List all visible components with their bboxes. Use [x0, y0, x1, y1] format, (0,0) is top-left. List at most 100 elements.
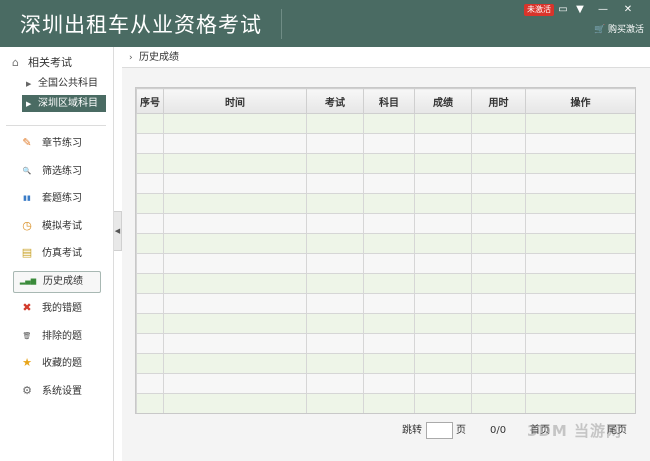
table-cell — [471, 273, 526, 294]
table-cell — [414, 353, 472, 374]
table-cell — [306, 213, 364, 234]
table-cell — [163, 133, 307, 154]
table-cell — [525, 113, 635, 134]
tree-header[interactable]: ⌂ 相关考试 — [12, 56, 72, 70]
table-cell — [414, 213, 472, 234]
table-row[interactable] — [136, 113, 635, 134]
tree-item-national[interactable]: ▶ 全国公共科目 — [22, 75, 106, 92]
table-cell — [136, 213, 164, 234]
sidebar-item-4[interactable]: ▤ 仿真考试 — [13, 243, 101, 265]
table-cell — [525, 173, 635, 194]
table-cell — [471, 393, 526, 413]
sidebar-item-1[interactable]: 🔍 筛选练习 — [13, 161, 101, 183]
table-row[interactable] — [136, 373, 635, 394]
table-cell — [136, 173, 164, 194]
table-cell — [363, 253, 415, 274]
column-header-score[interactable]: 成绩 — [414, 88, 472, 114]
table-cell — [306, 353, 364, 374]
table-row[interactable] — [136, 333, 635, 354]
table-cell — [525, 393, 635, 413]
clock-icon: ◷ — [22, 218, 32, 232]
bar-chart-icon: ▂▄▆ — [19, 276, 37, 285]
table-cell — [163, 373, 307, 394]
table-cell — [525, 253, 635, 274]
column-header-exam[interactable]: 考试 — [306, 88, 364, 114]
sidebar-item-label: 筛选练习 — [42, 165, 82, 177]
table-cell — [363, 233, 415, 254]
table-cell — [525, 133, 635, 154]
unactivated-badge[interactable]: 未激活 — [524, 4, 554, 16]
message-icon[interactable]: ▭ — [556, 3, 570, 17]
table-cell — [414, 333, 472, 354]
table-row[interactable] — [136, 253, 635, 274]
breadcrumb: › 历史成绩 — [122, 47, 650, 68]
column-header-index[interactable]: 序号 — [136, 88, 164, 114]
sidebar-item-2[interactable]: ▮▮ 套题练习 — [13, 188, 101, 210]
table-cell — [306, 113, 364, 134]
table-cell — [414, 313, 472, 334]
table-cell — [163, 233, 307, 254]
table-cell — [363, 333, 415, 354]
sidebar-item-8[interactable]: ★ 收藏的题 — [13, 353, 101, 375]
table-cell — [163, 313, 307, 334]
app-title: 深圳出租车从业资格考试 — [20, 13, 262, 37]
table-row[interactable] — [136, 313, 635, 334]
table-cell — [363, 353, 415, 374]
sidebar-item-6[interactable]: ✖ 我的错题 — [13, 298, 101, 320]
table-cell — [525, 213, 635, 234]
sidebar-item-5[interactable]: ▂▄▆ 历史成绩 — [13, 270, 101, 293]
sidebar-item-7[interactable]: 🗑 排除的题 — [13, 326, 101, 348]
notepad-icon: ▤ — [21, 246, 33, 259]
table-cell — [471, 133, 526, 154]
buy-activate-button[interactable]: 🛒 购买激活 — [594, 23, 644, 37]
table-row[interactable] — [136, 193, 635, 214]
table-row[interactable] — [136, 153, 635, 174]
table-cell — [306, 393, 364, 413]
sidebar-item-0[interactable]: ✎ 章节练习 — [13, 133, 101, 155]
page-unit-label: 页 — [456, 425, 466, 436]
table-cell — [471, 193, 526, 214]
table-cell — [363, 293, 415, 314]
cart-icon: 🛒 — [594, 25, 606, 35]
sidebar-collapse-handle[interactable]: ◀ — [114, 211, 122, 251]
table-row[interactable] — [136, 273, 635, 294]
minimize-icon[interactable]: — — [596, 3, 610, 17]
table-cell — [525, 273, 635, 294]
table-cell — [471, 173, 526, 194]
table-cell — [136, 313, 164, 334]
table-cell — [414, 373, 472, 394]
jump-label: 跳转 — [402, 425, 422, 436]
table-row[interactable] — [136, 233, 635, 254]
table-cell — [163, 213, 307, 234]
table-cell — [136, 193, 164, 214]
magnifier-icon: 🔍 — [22, 166, 32, 175]
table-cell — [525, 313, 635, 334]
close-icon[interactable]: ✕ — [621, 3, 635, 17]
dropdown-menu-icon[interactable]: ▼ — [573, 3, 587, 17]
table-cell — [306, 233, 364, 254]
table-cell — [363, 313, 415, 334]
table-cell — [414, 153, 472, 174]
column-header-action[interactable]: 操作 — [525, 88, 635, 114]
tree-item-label: 深圳区域科目 — [38, 98, 98, 109]
table-cell — [306, 133, 364, 154]
column-header-subject[interactable]: 科目 — [363, 88, 415, 114]
column-header-duration[interactable]: 用时 — [471, 88, 526, 114]
table-row[interactable] — [136, 173, 635, 194]
table-cell — [363, 173, 415, 194]
table-cell — [471, 233, 526, 254]
column-header-time[interactable]: 时间 — [163, 88, 307, 114]
sidebar-item-9[interactable]: ⚙ 系统设置 — [13, 381, 101, 403]
table-row[interactable] — [136, 293, 635, 314]
table-row[interactable] — [136, 393, 635, 413]
sidebar-item-3[interactable]: ◷ 模拟考试 — [13, 216, 101, 238]
table-row[interactable] — [136, 213, 635, 234]
table-cell — [306, 173, 364, 194]
table-cell — [471, 113, 526, 134]
table-cell — [306, 273, 364, 294]
table-row[interactable] — [136, 133, 635, 154]
tree-item-shenzhen[interactable]: ▶ 深圳区域科目 — [22, 95, 106, 112]
table-cell — [136, 273, 164, 294]
table-row[interactable] — [136, 353, 635, 374]
jump-page-input[interactable] — [426, 422, 453, 439]
